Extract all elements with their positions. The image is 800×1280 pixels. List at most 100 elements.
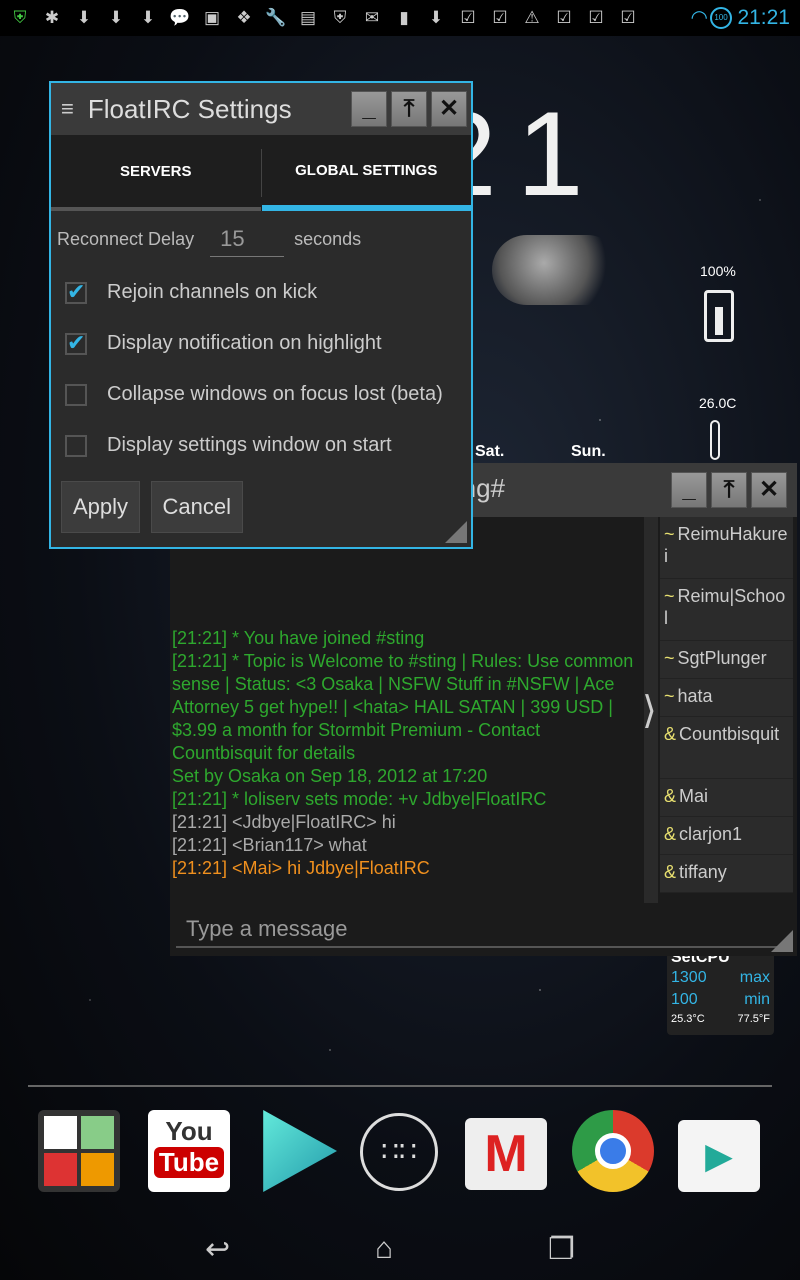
nick-name: tiffany bbox=[679, 862, 727, 882]
checkbox[interactable]: ✔ bbox=[65, 280, 87, 304]
option-row[interactable]: Collapse windows on focus lost (beta) bbox=[51, 369, 471, 420]
dock-divider bbox=[28, 1085, 772, 1087]
tab-servers[interactable]: SERVERS bbox=[51, 135, 261, 211]
chat-message: [21:21] * Topic is Welcome to #sting | R… bbox=[172, 651, 634, 763]
download-icon[interactable]: ⬇ bbox=[424, 7, 448, 29]
option-label: Rejoin channels on kick bbox=[107, 281, 318, 303]
nick-prefix: ~ bbox=[664, 586, 675, 606]
play-store-icon[interactable]: ▶ bbox=[678, 1120, 760, 1192]
chat-message: [21:21] * You have joined #sting bbox=[172, 628, 425, 648]
settings-tabs: SERVERS GLOBAL SETTINGS bbox=[51, 135, 471, 211]
youtube-icon[interactable]: You Tube bbox=[148, 1110, 230, 1192]
minimize-button[interactable]: _ bbox=[671, 472, 707, 508]
nick-item[interactable]: ~ ReimuHakurei bbox=[660, 517, 793, 579]
nick-name: ReimuHakurei bbox=[664, 524, 788, 566]
warning-icon[interactable]: ⚠ bbox=[520, 7, 544, 29]
reconnect-delay-input[interactable]: 15 bbox=[210, 222, 285, 257]
recent-apps-button[interactable]: ❐ bbox=[548, 1232, 575, 1267]
maximize-button[interactable]: ⤒ bbox=[391, 91, 427, 127]
message-input[interactable]: Type a message bbox=[176, 910, 786, 948]
chat-icon[interactable]: 💬 bbox=[168, 7, 192, 29]
weather-day: Sun. bbox=[571, 443, 606, 460]
check-icon[interactable]: ☑ bbox=[552, 7, 576, 29]
nick-item[interactable]: & tiffany bbox=[660, 855, 793, 893]
youtube-logo-bottom: Tube bbox=[154, 1147, 224, 1178]
option-row[interactable]: Display settings window on start bbox=[51, 420, 471, 471]
download-icon[interactable]: ⬇ bbox=[104, 7, 128, 29]
check-icon[interactable]: ☑ bbox=[616, 7, 640, 29]
nick-list[interactable]: ~ ReimuHakurei ~ Reimu|School ~ SgtPlunger ~ ha… bbox=[660, 517, 793, 903]
nick-name: SgtPlunger bbox=[677, 648, 767, 668]
settings-window[interactable]: ≡ FloatIRC Settings _ ⤒ ✕ SERVERS GLOBAL… bbox=[49, 81, 473, 549]
resize-grip[interactable] bbox=[445, 521, 467, 543]
nick-name: Mai bbox=[679, 786, 709, 806]
battery-icon: 100 bbox=[710, 7, 732, 29]
wifi-icon: ◠ bbox=[690, 7, 708, 29]
battery-widget-icon bbox=[704, 290, 734, 342]
option-row[interactable]: ✔ Display notification on highlight bbox=[51, 318, 471, 369]
setcpu-widget[interactable]: SetCPU 1300 max 100 min 25.3°C 77.5°F bbox=[667, 945, 774, 1035]
close-button[interactable]: ✕ bbox=[431, 91, 467, 127]
nick-prefix: & bbox=[664, 862, 677, 882]
check-icon[interactable]: ☑ bbox=[488, 7, 512, 29]
download-icon[interactable]: ⬇ bbox=[72, 7, 96, 29]
min-label: min bbox=[744, 991, 770, 1008]
nick-name: Reimu|School bbox=[664, 586, 786, 628]
home-button[interactable]: ⌂ bbox=[375, 1232, 393, 1266]
nick-item[interactable]: & clarjon1 bbox=[660, 817, 793, 855]
nick-item[interactable]: ~ Reimu|School bbox=[660, 579, 793, 641]
nick-item[interactable]: ~ hata bbox=[660, 679, 793, 717]
shield-icon[interactable]: ⛨ bbox=[8, 7, 32, 29]
chrome-icon[interactable] bbox=[572, 1110, 654, 1192]
settings-icon[interactable]: ✱ bbox=[40, 7, 64, 29]
nick-item[interactable]: & Countbisquit bbox=[660, 717, 793, 779]
menu-icon[interactable]: ≡ bbox=[61, 96, 74, 122]
wrench-icon[interactable]: 🔧 bbox=[264, 7, 288, 29]
chat-message: [21:21] <Jdbye|FloatIRC> hi bbox=[172, 812, 396, 832]
settings-title: FloatIRC Settings bbox=[87, 93, 292, 124]
irc-icon[interactable]: ▤ bbox=[296, 7, 320, 29]
gmail-icon[interactable]: ✉ bbox=[360, 7, 384, 29]
toggle-nicklist-chevron-icon[interactable]: ⟩ bbox=[642, 688, 657, 733]
google-apps-folder-icon[interactable] bbox=[38, 1110, 120, 1192]
chat-message: Set by Osaka on Sep 18, 2012 at 17:20 bbox=[172, 766, 488, 786]
resize-grip[interactable] bbox=[771, 930, 793, 952]
temperature: 26.0C bbox=[699, 395, 737, 411]
min-freq: 100 bbox=[671, 991, 698, 1008]
notes-icon[interactable]: ▮ bbox=[392, 7, 416, 29]
nick-prefix: & bbox=[664, 724, 677, 744]
checkbox[interactable] bbox=[65, 383, 87, 406]
nick-prefix: ~ bbox=[664, 648, 675, 668]
minimize-button[interactable]: _ bbox=[351, 91, 387, 127]
apply-button[interactable]: Apply bbox=[61, 481, 141, 533]
download-icon[interactable]: ⬇ bbox=[136, 7, 160, 29]
dropbox-icon[interactable]: ❖ bbox=[232, 7, 256, 29]
image-icon[interactable]: ▣ bbox=[200, 7, 224, 29]
chat-message: [21:21] <Mai> hi Jdbye|FloatIRC bbox=[172, 858, 430, 878]
nick-item[interactable]: & Mai bbox=[660, 779, 793, 817]
status-bar[interactable]: ⛨ ✱ ⬇ ⬇ ⬇ 💬 ▣ ❖ 🔧 ▤ ⛨ ✉ ▮ ⬇ ☑ ☑ ⚠ ☑ ☑ ☑ ◠ 100 21:21 bbox=[0, 0, 800, 36]
cpu-temp-f: 77.5°F bbox=[737, 1013, 770, 1025]
shield-icon[interactable]: ⛨ bbox=[328, 7, 352, 29]
close-button[interactable]: ✕ bbox=[751, 472, 787, 508]
check-icon[interactable]: ☑ bbox=[584, 7, 608, 29]
option-row[interactable]: ✔ Rejoin channels on kick bbox=[51, 267, 471, 318]
checkbox[interactable]: ✔ bbox=[65, 331, 87, 355]
weather-moon-cloud-icon bbox=[492, 235, 622, 305]
checkbox[interactable] bbox=[65, 434, 87, 457]
max-label: max bbox=[739, 969, 770, 986]
app-drawer-icon[interactable]: ∷∷ bbox=[360, 1113, 438, 1191]
status-clock: 21:21 bbox=[737, 6, 790, 29]
nick-prefix: & bbox=[664, 824, 677, 844]
nick-name: clarjon1 bbox=[679, 824, 743, 844]
cancel-button[interactable]: Cancel bbox=[150, 481, 243, 533]
tab-global-settings[interactable]: GLOBAL SETTINGS bbox=[261, 135, 471, 211]
option-label: Display settings window on start bbox=[107, 434, 392, 456]
cpu-temp-c: 25.3°C bbox=[671, 1013, 705, 1025]
back-button[interactable]: ↩ bbox=[205, 1232, 230, 1267]
check-icon[interactable]: ☑ bbox=[456, 7, 480, 29]
maximize-button[interactable]: ⤒ bbox=[711, 472, 747, 508]
nick-item[interactable]: ~ SgtPlunger bbox=[660, 641, 793, 679]
gmail-icon[interactable]: M bbox=[465, 1118, 547, 1190]
message-log[interactable]: [21:21] * You have joined #sting [21:21] … bbox=[172, 627, 642, 880]
